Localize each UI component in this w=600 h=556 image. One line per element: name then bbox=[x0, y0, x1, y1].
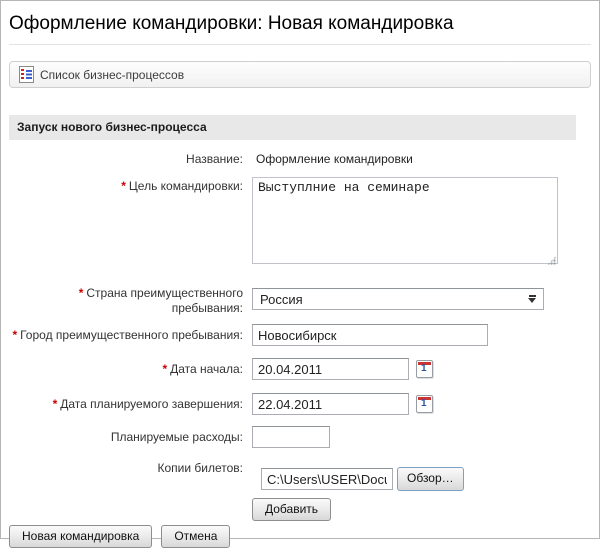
form-row-expenses: Планируемые расходы: bbox=[9, 426, 591, 448]
browse-button[interactable]: Обзор… bbox=[397, 467, 464, 491]
required-mark: * bbox=[162, 362, 167, 376]
end-date-input[interactable] bbox=[252, 393, 409, 415]
city-label-cell: *Город преимущественного пребывания: bbox=[9, 324, 252, 343]
country-select-value: Россия bbox=[260, 292, 303, 307]
start-date-label-cell: *Дата начала: bbox=[9, 358, 252, 377]
form-row-end-date: *Дата планируемого завершения: bbox=[9, 393, 591, 415]
form-row-name: Название: Оформление командировки bbox=[9, 150, 591, 167]
purpose-label: Цель командировки: bbox=[129, 179, 243, 193]
form-actions: Новая командировка Отмена bbox=[9, 525, 591, 548]
list-icon bbox=[19, 66, 34, 83]
business-process-list-label: Список бизнес-процессов bbox=[40, 68, 184, 82]
country-label: Страна преимущественного пребывания: bbox=[86, 286, 243, 315]
tickets-label: Копии билетов: bbox=[158, 461, 244, 475]
name-value: Оформление командировки bbox=[252, 150, 591, 167]
calendar-icon[interactable] bbox=[416, 360, 433, 378]
tickets-label-cell: Копии билетов: bbox=[9, 457, 252, 476]
tickets-file-input[interactable] bbox=[261, 468, 393, 490]
required-mark: * bbox=[12, 328, 17, 342]
new-trip-submit-button[interactable]: Новая командировка bbox=[9, 525, 152, 548]
form-row-city: *Город преимущественного пребывания: bbox=[9, 324, 591, 346]
expenses-input[interactable] bbox=[252, 426, 330, 448]
required-mark: * bbox=[79, 286, 84, 300]
business-process-list-link[interactable]: Список бизнес-процессов bbox=[19, 66, 184, 83]
purpose-label-cell: *Цель командировки: bbox=[9, 177, 252, 194]
required-mark: * bbox=[121, 179, 126, 193]
city-label: Город преимущественного пребывания: bbox=[20, 328, 243, 342]
page-title: Оформление командировки: Новая командиро… bbox=[9, 11, 591, 37]
dropdown-arrow-icon bbox=[528, 295, 536, 303]
required-mark: * bbox=[53, 397, 58, 411]
start-date-label: Дата начала: bbox=[170, 362, 243, 376]
form-row-tickets: Копии билетов: Обзор… bbox=[9, 457, 591, 491]
expenses-label: Планируемые расходы: bbox=[111, 430, 243, 444]
calendar-icon[interactable] bbox=[416, 395, 433, 413]
country-label-cell: *Страна преимущественного пребывания: bbox=[9, 282, 252, 316]
expenses-label-cell: Планируемые расходы: bbox=[9, 426, 252, 445]
add-button[interactable]: Добавить bbox=[252, 498, 331, 521]
name-label-cell: Название: bbox=[9, 150, 252, 167]
start-date-input[interactable] bbox=[252, 358, 409, 380]
end-date-label-cell: *Дата планируемого завершения: bbox=[9, 393, 252, 412]
form-row-start-date: *Дата начала: bbox=[9, 358, 591, 380]
form-row-add: Добавить bbox=[9, 498, 591, 521]
end-date-label: Дата планируемого завершения: bbox=[60, 397, 243, 411]
page: Оформление командировки: Новая командиро… bbox=[1, 1, 599, 556]
form-row-purpose: *Цель командировки: Выступлние на семина… bbox=[9, 177, 591, 269]
name-label: Название: bbox=[186, 152, 243, 166]
form-row-country: *Страна преимущественного пребывания: Ро… bbox=[9, 282, 591, 316]
purpose-textarea[interactable]: Выступлние на семинаре bbox=[252, 177, 558, 264]
country-select[interactable]: Россия bbox=[252, 288, 544, 310]
cancel-button[interactable]: Отмена bbox=[161, 525, 230, 548]
section-header: Запуск нового бизнес-процесса bbox=[9, 115, 576, 140]
city-input[interactable] bbox=[252, 324, 488, 346]
toolbar: Список бизнес-процессов bbox=[9, 61, 591, 88]
title-divider bbox=[9, 44, 591, 45]
